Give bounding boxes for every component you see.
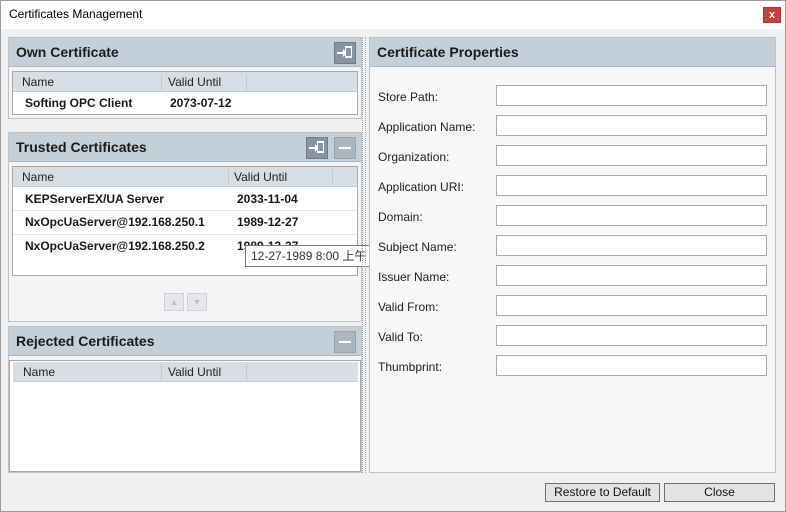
own-certificate-panel: Own Certificate Name Valid Until Softing… — [8, 37, 362, 119]
own-certificate-title: Own Certificate — [16, 44, 119, 60]
own-import-button[interactable] — [334, 42, 356, 64]
application-name-field[interactable] — [496, 115, 767, 136]
application-uri-label: Application URI: — [378, 180, 465, 194]
import-icon — [337, 46, 352, 58]
trusted-certificates-header: Trusted Certificates — [9, 133, 361, 162]
restore-default-button[interactable]: Restore to Default — [545, 483, 660, 502]
trusted-row-name: NxOpcUaServer@192.168.250.2 — [25, 239, 205, 253]
valid-to-label: Valid To: — [378, 330, 423, 344]
window-title: Certificates Management — [9, 7, 143, 21]
thumbprint-label: Thumbprint: — [378, 360, 443, 374]
issuer-name-field[interactable] — [496, 265, 767, 286]
rejected-certificates-header: Rejected Certificates — [9, 327, 361, 356]
date-tooltip: 12-27-1989 8:00 上午 — [245, 245, 373, 267]
trusted-import-button[interactable] — [306, 137, 328, 159]
valid-from-label: Valid From: — [378, 300, 439, 314]
application-uri-field[interactable] — [496, 175, 767, 196]
valid-to-field[interactable] — [496, 325, 767, 346]
window-close-button[interactable]: x — [763, 7, 781, 23]
trusted-row-name: KEPServerEX/UA Server — [25, 192, 164, 206]
own-row-name: Softing OPC Client — [25, 96, 133, 110]
up-arrow-icon: ▲ — [169, 297, 179, 307]
store-path-label: Store Path: — [378, 90, 439, 104]
domain-label: Domain: — [378, 210, 423, 224]
application-name-label: Application Name: — [378, 120, 476, 134]
move-up-button[interactable]: ▲ — [164, 293, 184, 311]
trusted-certificates-title: Trusted Certificates — [16, 139, 147, 155]
store-path-field[interactable] — [496, 85, 767, 106]
table-row[interactable]: KEPServerEX/UA Server 2033-11-04 — [13, 187, 357, 210]
table-row[interactable]: NxOpcUaServer@192.168.250.1 1989-12-27 — [13, 211, 357, 234]
certificate-properties-panel: Certificate Properties Store Path: Appli… — [369, 37, 776, 473]
rejected-certificates-table: Name Valid Until — [9, 360, 361, 472]
move-down-button[interactable]: ▼ — [187, 293, 207, 311]
rejected-col-name: Name — [23, 365, 56, 379]
own-col-valid-until: Valid Until — [168, 75, 222, 89]
subject-name-label: Subject Name: — [378, 240, 457, 254]
trusted-certificates-panel: Trusted Certificates Name Valid Until KE… — [8, 132, 362, 322]
close-button[interactable]: Close — [664, 483, 775, 502]
own-table-header: Name Valid Until — [13, 72, 357, 92]
trusted-col-valid-until: Valid Until — [234, 170, 288, 184]
down-arrow-icon: ▼ — [192, 297, 202, 307]
certificates-window: Certificates Management x Own Certificat… — [0, 0, 786, 512]
import-icon — [309, 141, 324, 153]
own-certificate-header: Own Certificate — [9, 38, 361, 67]
table-row[interactable]: Softing OPC Client 2073-07-12 — [13, 92, 357, 114]
trusted-row-name: NxOpcUaServer@192.168.250.1 — [25, 215, 205, 229]
rejected-table-header: Name Valid Until — [13, 362, 358, 382]
trusted-row-valid-until: 2033-11-04 — [237, 192, 298, 206]
rejected-col-valid-until: Valid Until — [168, 365, 222, 379]
organization-label: Organization: — [378, 150, 450, 164]
valid-from-field[interactable] — [496, 295, 767, 316]
subject-name-field[interactable] — [496, 235, 767, 256]
certificate-properties-header: Certificate Properties — [370, 38, 775, 67]
trusted-table-header: Name Valid Until — [13, 167, 357, 187]
domain-field[interactable] — [496, 205, 767, 226]
thumbprint-field[interactable] — [496, 355, 767, 376]
rejected-remove-button[interactable] — [334, 331, 356, 353]
organization-field[interactable] — [496, 145, 767, 166]
rejected-certificates-title: Rejected Certificates — [16, 333, 155, 349]
own-certificate-table: Name Valid Until Softing OPC Client 2073… — [12, 71, 358, 115]
trusted-remove-button[interactable] — [334, 137, 356, 159]
own-col-name: Name — [22, 75, 55, 89]
remove-icon — [339, 147, 351, 149]
certificate-properties-title: Certificate Properties — [377, 44, 519, 60]
rejected-certificates-panel: Rejected Certificates Name Valid Until — [8, 326, 362, 473]
own-row-valid-until: 2073-07-12 — [170, 96, 232, 110]
title-bar: Certificates Management x — [1, 1, 785, 29]
trusted-col-name: Name — [22, 170, 55, 184]
panel-splitter[interactable] — [362, 37, 366, 473]
trusted-row-valid-until: 1989-12-27 — [237, 215, 299, 229]
properties-body: Store Path: Application Name: Organizati… — [370, 67, 775, 472]
remove-icon — [339, 341, 351, 343]
issuer-name-label: Issuer Name: — [378, 270, 450, 284]
